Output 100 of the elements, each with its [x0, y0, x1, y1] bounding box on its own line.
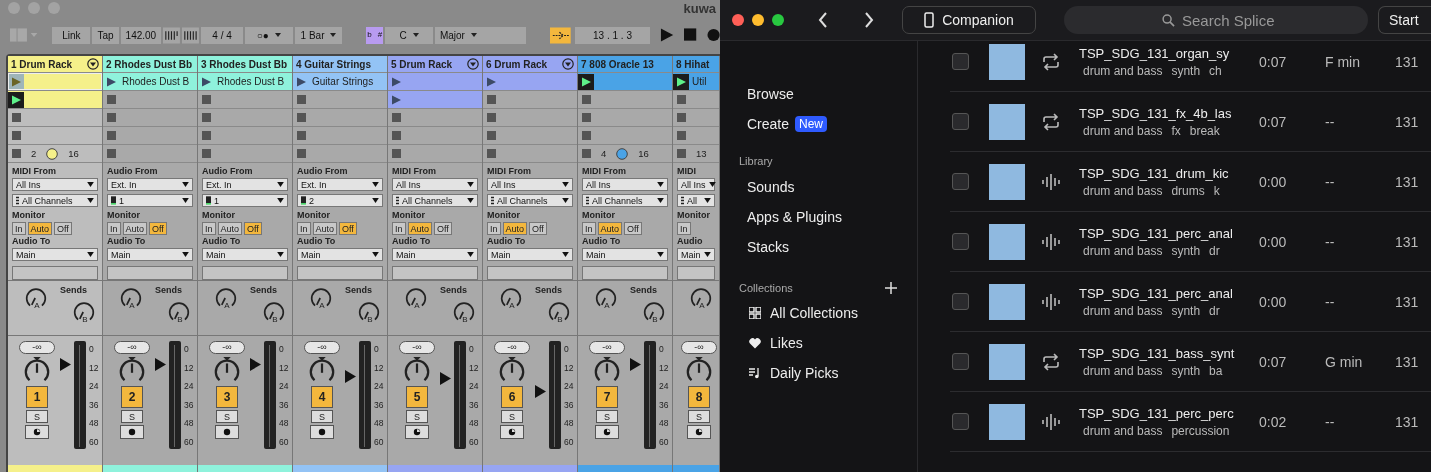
volume-field[interactable]: -∞: [114, 341, 150, 354]
input-dropdown[interactable]: All Ins: [392, 178, 478, 191]
pan-knob[interactable]: [403, 356, 431, 384]
sample-row[interactable]: TSP_SDG_131_bass_synt drum and bass synth ba 0:07 G min 131: [950, 332, 1431, 392]
sidebar-item[interactable]: Stacks: [747, 232, 917, 262]
track-header[interactable]: 3 Rhodes Dust Bb: [198, 56, 292, 72]
monitor-button[interactable]: Auto: [122, 222, 148, 235]
quantize-dropdown[interactable]: 1 Bar: [294, 26, 343, 44]
companion-button[interactable]: Companion: [902, 6, 1036, 34]
send-knob[interactable]: [214, 287, 238, 309]
output-dropdown[interactable]: Main: [12, 248, 98, 261]
send-knob[interactable]: [452, 301, 476, 323]
metronome-button[interactable]: ○●: [245, 26, 293, 44]
pan-knob[interactable]: [23, 356, 51, 384]
fold-icon[interactable]: [87, 58, 99, 70]
track-activator-button[interactable]: 3: [216, 386, 238, 408]
solo-button[interactable]: S: [596, 410, 618, 423]
forward-icon[interactable]: [864, 12, 874, 28]
sample-row[interactable]: TSP_SDG_131_perc_anal drum and bass synth dr 0:00 -- 131: [950, 212, 1431, 272]
clip-slot[interactable]: [578, 73, 672, 90]
sample-tag[interactable]: drums: [1171, 183, 1205, 198]
track-stop-icon[interactable]: [202, 149, 211, 158]
send-knob[interactable]: [689, 287, 713, 309]
output-dropdown[interactable]: Main: [107, 248, 193, 261]
checkbox[interactable]: [952, 353, 969, 370]
volume-slider-handle[interactable]: [630, 357, 641, 371]
sample-tag[interactable]: ch: [1209, 63, 1222, 78]
nudge-up-icon[interactable]: [182, 26, 200, 44]
song-position-field[interactable]: 13 . 1 . 3: [574, 26, 651, 44]
send-knob[interactable]: [167, 301, 191, 323]
sample-name[interactable]: TSP_SDG_131_perc_anal: [1079, 285, 1249, 301]
channel-dropdown[interactable]: 1: [107, 194, 193, 207]
monitor-button[interactable]: Auto: [597, 222, 623, 235]
clip-play-icon[interactable]: [8, 73, 24, 90]
track-header[interactable]: 7 808 Oracle 13: [578, 56, 672, 72]
monitor-button[interactable]: In: [12, 222, 26, 235]
sample-tag[interactable]: drum and bass: [1083, 63, 1163, 78]
arm-button[interactable]: [310, 425, 334, 439]
output-channel-field[interactable]: [107, 266, 193, 280]
sample-tag[interactable]: drum and bass: [1083, 243, 1163, 258]
send-knob[interactable]: [642, 301, 666, 323]
sidebar-item[interactable]: Sounds: [747, 172, 917, 202]
track-header[interactable]: 5 Drum Rack: [388, 56, 482, 72]
nudge-down-icon[interactable]: [163, 26, 181, 44]
input-dropdown[interactable]: All Ins: [677, 178, 715, 191]
output-channel-field[interactable]: [487, 266, 573, 280]
track-stop-icon[interactable]: [12, 149, 21, 158]
clip-slot[interactable]: Guitar Strings: [293, 73, 387, 90]
checkbox[interactable]: [952, 233, 969, 250]
monitor-button[interactable]: Auto: [407, 222, 433, 235]
clip-play-icon[interactable]: [673, 73, 689, 90]
sample-name[interactable]: TSP_SDG_131_bass_synt: [1079, 345, 1249, 361]
track-header[interactable]: 8 Hihat: [673, 56, 719, 72]
solo-button[interactable]: S: [121, 410, 143, 423]
volume-slider-handle[interactable]: [345, 370, 356, 384]
track-stop-icon[interactable]: [107, 149, 116, 158]
checkbox[interactable]: [952, 53, 969, 70]
track-activator-button[interactable]: 8: [688, 386, 710, 408]
monitor-button[interactable]: Off: [54, 222, 72, 235]
monitor-button[interactable]: Off: [529, 222, 547, 235]
output-channel-field[interactable]: [677, 266, 715, 280]
checkbox[interactable]: [952, 413, 969, 430]
tap-button[interactable]: Tap: [92, 26, 119, 44]
arm-button[interactable]: [595, 425, 619, 439]
fold-icon[interactable]: [562, 58, 574, 70]
monitor-button[interactable]: Auto: [312, 222, 338, 235]
pan-knob[interactable]: [118, 356, 146, 384]
input-dropdown[interactable]: Ext. In: [202, 178, 288, 191]
volume-field[interactable]: -∞: [304, 341, 340, 354]
sample-tag[interactable]: percussion: [1171, 423, 1230, 438]
sample-name[interactable]: TSP_SDG_131_drum_kic: [1079, 165, 1249, 181]
sample-row[interactable]: TSP_SDG_131_perc_anal drum and bass synth dr 0:00 -- 131: [950, 272, 1431, 332]
monitor-button[interactable]: In: [487, 222, 501, 235]
stop-icon[interactable]: [683, 28, 697, 42]
track-activator-button[interactable]: 5: [406, 386, 428, 408]
volume-field[interactable]: -∞: [399, 341, 435, 354]
pan-knob[interactable]: [685, 356, 713, 384]
volume-slider-handle[interactable]: [155, 357, 166, 371]
volume-slider-handle[interactable]: [440, 372, 451, 386]
sample-tag[interactable]: dr: [1209, 303, 1220, 318]
play-icon[interactable]: [660, 28, 674, 42]
record-icon[interactable]: [706, 28, 720, 42]
output-channel-field[interactable]: [582, 266, 668, 280]
sample-tag[interactable]: k: [1213, 183, 1220, 198]
sample-row[interactable]: TSP_SDG_131_fx_4b_las drum and bass fx break 0:07 -- 131: [950, 92, 1431, 152]
track-activator-button[interactable]: 1: [26, 386, 48, 408]
sample-name[interactable]: TSP_SDG_131_perc_anal: [1079, 225, 1249, 241]
sample-row[interactable]: TSP_SDG_131_perc_perc drum and bass percussion 0:02 -- 131: [950, 392, 1431, 452]
channel-dropdown[interactable]: All Channels: [582, 194, 668, 207]
sample-tag[interactable]: drum and bass: [1083, 303, 1163, 318]
output-channel-field[interactable]: [297, 266, 383, 280]
clip-slot[interactable]: Rhodes Dust B: [103, 73, 197, 90]
sample-tag[interactable]: fx: [1171, 123, 1181, 138]
sample-name[interactable]: TSP_SDG_131_fx_4b_las: [1079, 105, 1249, 121]
sidebar-item[interactable]: Create New: [747, 109, 917, 139]
add-icon[interactable]: [885, 282, 897, 294]
monitor-button[interactable]: Auto: [27, 222, 53, 235]
solo-button[interactable]: S: [26, 410, 48, 423]
monitor-button[interactable]: Off: [434, 222, 452, 235]
output-dropdown[interactable]: Main: [297, 248, 383, 261]
